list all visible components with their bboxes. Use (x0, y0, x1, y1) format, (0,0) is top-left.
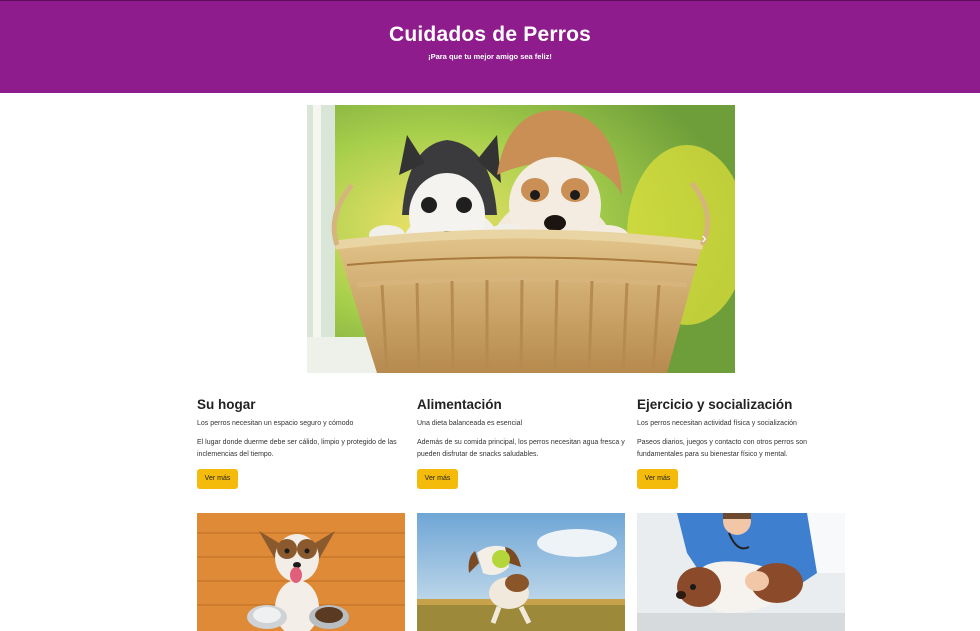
section-lead: Una dieta balanceada es esencial (417, 420, 523, 427)
section-lead: Los perros necesitan un espacio seguro y… (197, 420, 354, 427)
section-title: Su hogar (197, 397, 256, 412)
carousel-next-button[interactable]: › (697, 229, 711, 249)
card-image-vet-with-dog (637, 513, 845, 631)
section-body: El lugar donde duerme debe ser cálido, l… (197, 439, 397, 458)
section-su-hogar: Su hogar Los perros necesitan un espacio… (197, 397, 405, 489)
section-lead: Los perros necesitan actividad física y … (637, 420, 797, 427)
chevron-right-icon: › (701, 230, 707, 247)
page-header: Cuidados de Perros ¡Para que tu mejor am… (0, 0, 980, 93)
section-body: Además de su comida principal, los perro… (417, 439, 625, 458)
card-image-dog-running-with-ball (417, 513, 625, 631)
card-image-dog-with-bowls (197, 513, 405, 631)
ver-mas-button[interactable]: Ver más (637, 469, 678, 489)
page-title: Cuidados de Perros (389, 23, 591, 46)
ver-mas-button[interactable]: Ver más (197, 469, 238, 489)
ver-mas-button[interactable]: Ver más (417, 469, 458, 489)
section-title: Alimentación (417, 397, 502, 412)
page-subtitle: ¡Para que tu mejor amigo sea feliz! (428, 52, 552, 61)
section-ejercicio: Ejercicio y socialización Los perros nec… (637, 397, 845, 489)
carousel-image-puppies-in-basket (307, 105, 735, 373)
section-body: Paseos diarios, juegos y contacto con ot… (637, 439, 808, 458)
image-carousel[interactable]: › (307, 105, 735, 373)
section-alimentacion: Alimentación Una dieta balanceada es ese… (417, 397, 625, 489)
section-title: Ejercicio y socialización (637, 397, 793, 412)
